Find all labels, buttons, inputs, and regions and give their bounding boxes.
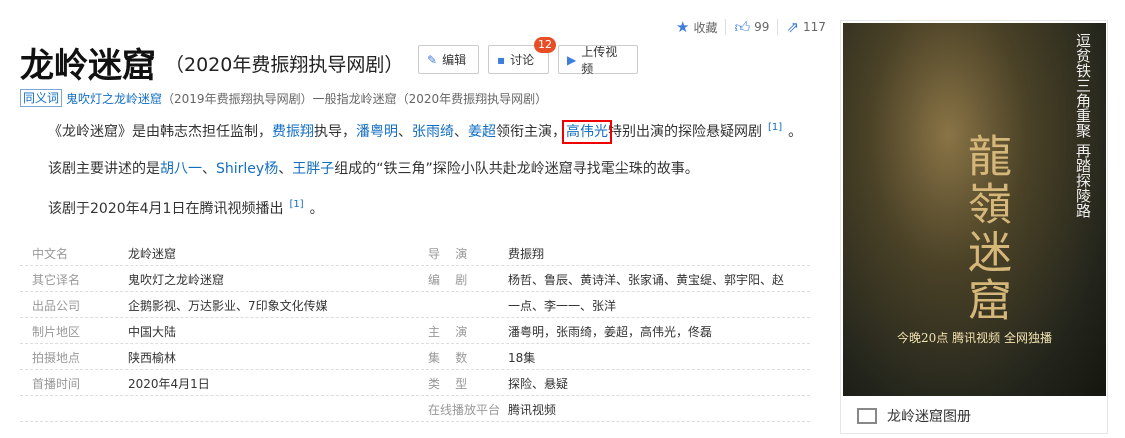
- info-row: 在线播放平台 腾讯视频: [20, 396, 810, 422]
- link-wang-pangzi[interactable]: 王胖子: [292, 161, 334, 177]
- info-label: 编 剧: [428, 273, 468, 287]
- link-pan-yueming[interactable]: 潘粤明: [356, 124, 398, 140]
- info-label: 在线播放平台: [428, 403, 501, 417]
- edit-label: 编辑: [442, 53, 467, 67]
- info-label: 主 演: [428, 325, 468, 339]
- synonym-tag: 同义词: [20, 89, 63, 107]
- like-count: 99: [754, 20, 770, 34]
- stats-bar: ★ 收藏 👍︎ 99 ⇗ 117: [676, 18, 826, 37]
- poster-tagline: 今晚20点 腾讯视频 全网独播: [897, 331, 1052, 345]
- summary-paragraph-1: 《龙岭迷窟》是由韩志杰担任监制，费振翔执导，潘粤明、张雨绮、姜超领衔主演，高伟光…: [48, 120, 803, 144]
- star-icon[interactable]: ★: [676, 18, 689, 36]
- synonym-text: （2019年费振翔执导网剧）一般指龙岭迷窟（2020年费振翔执导网剧）: [162, 91, 548, 106]
- pencil-icon: ✎: [427, 52, 438, 67]
- info-value: 2020年4月1日: [128, 377, 210, 391]
- info-value: 陕西榆林: [128, 351, 177, 365]
- info-label: 其它译名: [32, 273, 81, 287]
- info-row: 拍摄地点 陕西榆林 集 数 18集: [20, 344, 810, 370]
- info-value: 龙岭迷窟: [128, 247, 177, 261]
- reference-link[interactable]: [1]: [289, 199, 303, 210]
- info-label: 首播时间: [32, 377, 81, 391]
- link-zhang-yuqi[interactable]: 张雨绮: [412, 124, 454, 140]
- link-jiang-chao[interactable]: 姜超: [468, 124, 496, 140]
- info-value: 潘粤明，张雨绮，姜超，高伟光，佟磊: [508, 325, 713, 339]
- info-row: 制片地区 中国大陆 主 演 潘粤明，张雨绮，姜超，高伟光，佟磊: [20, 318, 810, 344]
- synonym-link[interactable]: 鬼吹灯之龙岭迷窟: [66, 90, 162, 107]
- link-shirley-yang[interactable]: Shirley杨: [216, 161, 278, 177]
- link-fei-zhenxiang[interactable]: 费振翔: [272, 124, 314, 140]
- poster-card[interactable]: 逗贫铁三角重聚 再踏探陵路 龍嶺迷窟 今晚20点 腾讯视频 全网独播 龙岭迷窟图…: [840, 20, 1108, 434]
- info-value: 18集: [508, 351, 536, 365]
- info-row: 中文名 龙岭迷窟 导 演 费振翔: [20, 240, 810, 266]
- info-value: 探险、悬疑: [508, 377, 569, 391]
- share-icon[interactable]: ⇗: [786, 18, 799, 36]
- album-link[interactable]: 龙岭迷窟图册: [841, 399, 1107, 433]
- info-row: 其它译名 鬼吹灯之龙岭迷窟 编 剧 杨哲、鲁辰、黄诗洋、张家诵、黄宝缇、郭宇阳、赵: [20, 266, 810, 292]
- info-label: 类 型: [428, 377, 468, 391]
- info-label: 中文名: [32, 247, 69, 261]
- link-gao-weiguang[interactable]: 高伟光: [562, 120, 612, 144]
- chat-icon: ▪: [497, 52, 506, 67]
- basic-info-table: 中文名 龙岭迷窟 导 演 费振翔其它译名 鬼吹灯之龙岭迷窟 编 剧 杨哲、鲁辰、黄诗洋、张家…: [20, 240, 810, 422]
- info-value: 费振翔: [508, 247, 545, 261]
- image-icon: [857, 408, 877, 424]
- info-label: 拍摄地点: [32, 351, 81, 365]
- info-value: 企鹅影视、万达影业、7印象文化传媒: [128, 299, 328, 313]
- link-hu-bayi[interactable]: 胡八一: [160, 161, 202, 177]
- upload-label: 上传视频: [581, 44, 618, 76]
- favorite-button[interactable]: 收藏: [693, 19, 717, 36]
- info-value: 杨哲、鲁辰、黄诗洋、张家诵、黄宝缇、郭宇阳、赵: [508, 273, 785, 287]
- discuss-label: 讨论: [510, 53, 535, 67]
- summary-paragraph-2: 该剧主要讲述的是胡八一、Shirley杨、王胖子组成的“铁三角”探险小队共赴龙岭…: [48, 161, 699, 177]
- reference-link[interactable]: [1]: [768, 122, 782, 133]
- synonym-line: 同义词 鬼吹灯之龙岭迷窟 （2019年费振翔执导网剧）一般指龙岭迷窟（2020年…: [20, 89, 547, 107]
- poster-logo: 龍嶺迷窟: [960, 133, 1011, 325]
- discuss-count-badge: 12: [534, 37, 556, 53]
- info-label: 制片地区: [32, 325, 81, 339]
- album-caption: 龙岭迷窟图册: [887, 409, 971, 425]
- share-count: 117: [803, 20, 826, 34]
- info-label: 导 演: [428, 247, 468, 261]
- info-value: 中国大陆: [128, 325, 177, 339]
- page-title: 龙岭迷窟: [20, 46, 156, 86]
- poster-slogan: 逗贫铁三角重聚 再踏探陵路: [1074, 33, 1092, 218]
- page-subtitle: （2020年费振翔执导网剧）: [165, 54, 404, 76]
- info-value: 腾讯视频: [508, 403, 557, 417]
- play-icon: ▶: [567, 52, 577, 67]
- poster-image[interactable]: 逗贫铁三角重聚 再踏探陵路 龍嶺迷窟 今晚20点 腾讯视频 全网独播: [843, 23, 1106, 396]
- thumbs-up-icon[interactable]: 👍︎: [734, 18, 750, 37]
- info-label: 出品公司: [32, 299, 81, 313]
- info-value: 一点、李一一、张洋: [508, 299, 617, 313]
- info-row: 首播时间 2020年4月1日 类 型 探险、悬疑: [20, 370, 810, 396]
- edit-button[interactable]: ✎ 编辑: [418, 45, 479, 74]
- info-row: 出品公司 企鹅影视、万达影业、7印象文化传媒 一点、李一一、张洋: [20, 292, 810, 318]
- info-value: 鬼吹灯之龙岭迷窟: [128, 273, 225, 287]
- info-label: 集 数: [428, 351, 468, 365]
- summary-paragraph-3: 该剧于2020年4月1日在腾讯视频播出 [1]。: [48, 199, 324, 217]
- upload-video-button[interactable]: ▶ 上传视频: [558, 44, 638, 76]
